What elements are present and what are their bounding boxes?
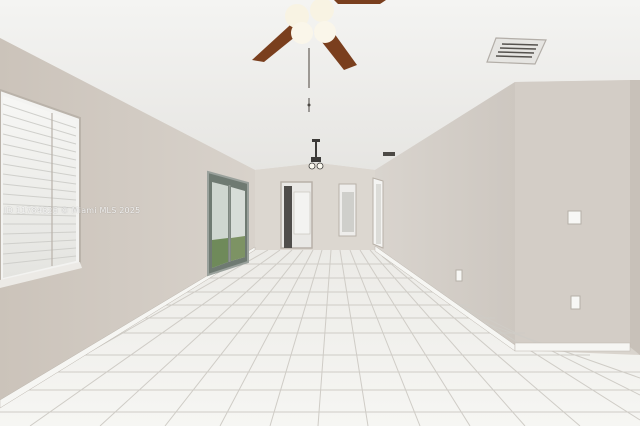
window-with-blinds — [0, 88, 82, 288]
wall-outlet-side — [455, 269, 463, 282]
right-wall-edge — [630, 80, 640, 355]
back-wall — [255, 163, 375, 250]
wall-outlet — [570, 295, 581, 310]
small-hallway-vent — [383, 152, 395, 156]
mls-watermark: ID 11784626 © Miami MLS 2025 — [4, 206, 141, 215]
front-baseboard — [514, 342, 631, 352]
room-photo: ID 11784626 © Miami MLS 2025 — [0, 0, 640, 426]
hvac-vent — [486, 37, 547, 65]
light-switch — [567, 210, 582, 225]
sliding-glass-door — [207, 170, 249, 277]
